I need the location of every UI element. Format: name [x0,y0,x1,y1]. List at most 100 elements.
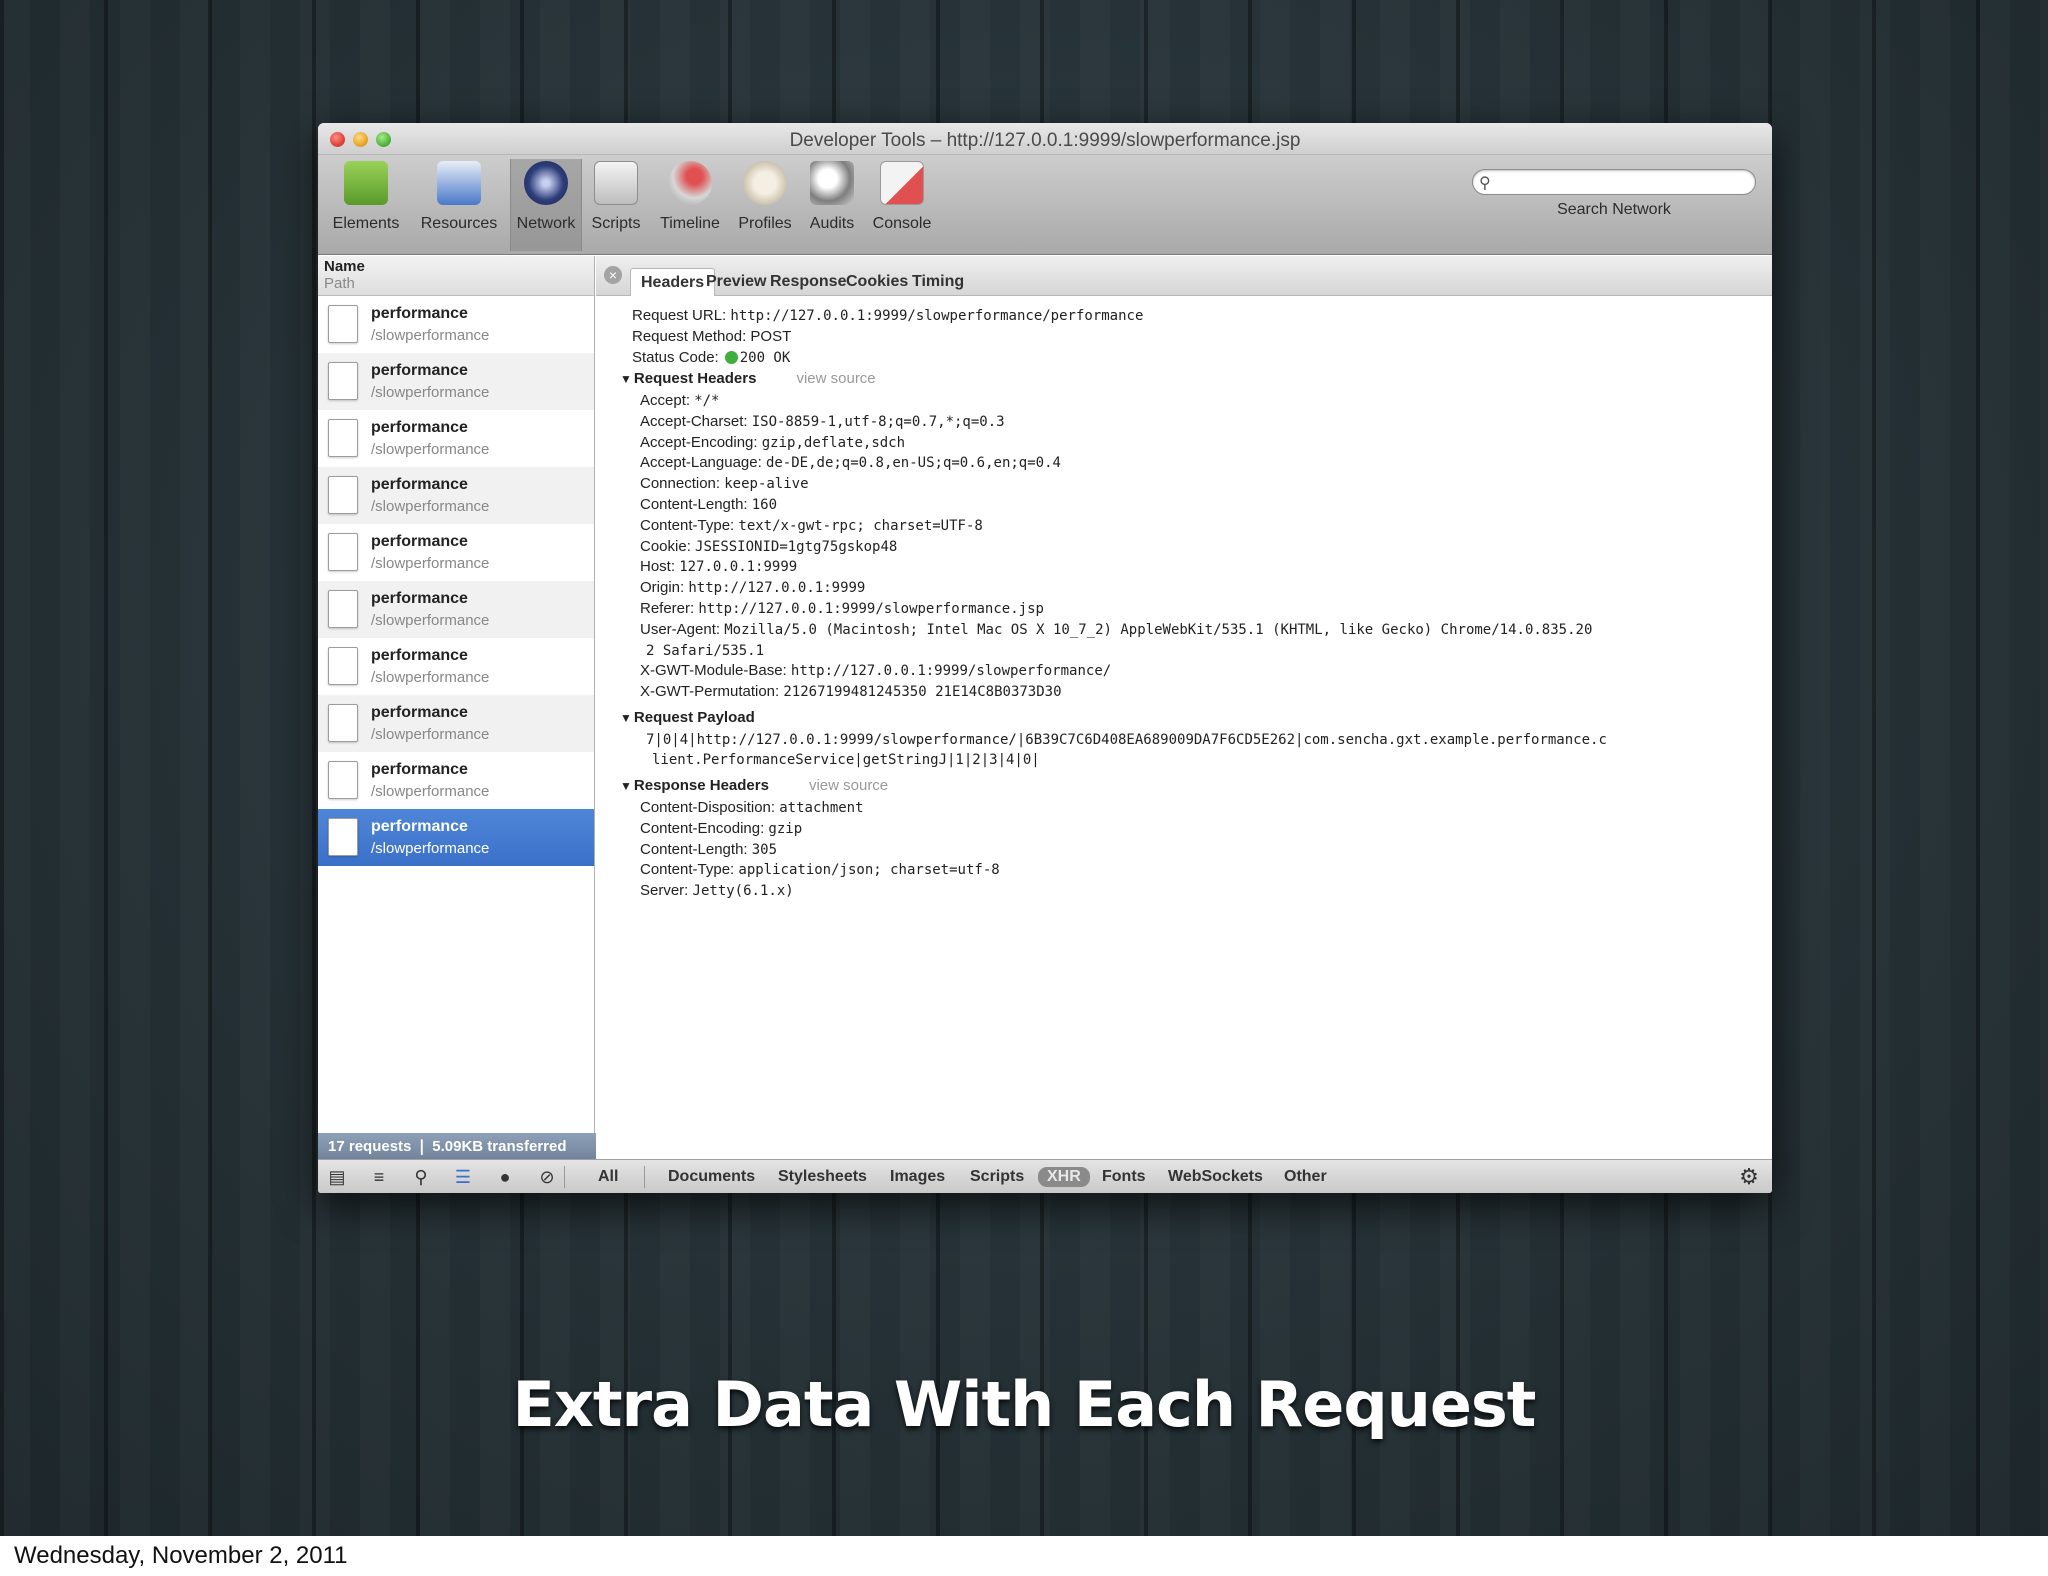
header-value: Jetty(6.1.x) [692,883,794,900]
request-name: performance [371,419,468,436]
request-row[interactable]: performance/slowperformance [318,809,594,866]
header-line: Referer: http://127.0.0.1:9999/slowperfo… [640,600,1044,617]
column-header-path[interactable]: Path [324,275,588,292]
request-summary: 17 requests ❘ 5.09KB transferred [318,1133,596,1159]
response-headers-view-source-link[interactable]: view source [809,777,888,794]
settings-gear-icon[interactable]: ⚙ [1738,1166,1760,1188]
window-title: Developer Tools – http://127.0.0.1:9999/… [789,130,1301,151]
header-key: Content-Type: [640,516,735,534]
request-list-header[interactable]: Name Path [318,256,594,296]
filter-other[interactable]: Other [1284,1168,1327,1186]
request-name: performance [371,761,468,778]
header-key: Origin: [640,579,685,597]
tool-console[interactable]: Console [866,159,938,251]
clear-icon[interactable]: ⊘ [536,1166,558,1188]
status-ok-icon [724,351,738,364]
header-value: attachment [779,800,864,816]
header-value: JSESSIONID=1gtg75gskop48 [695,538,898,555]
request-name: performance [371,818,468,835]
large-rows-icon[interactable]: ☰ [452,1166,474,1188]
request-path: /slowperformance [371,327,490,344]
document-icon [328,590,358,628]
response-headers-section[interactable]: ▼ Response Headers view source [620,777,888,794]
request-row[interactable]: performance/slowperformance [318,524,594,581]
devtools-window: Developer Tools – http://127.0.0.1:9999/… [318,123,1772,1193]
request-path: /slowperformance [371,726,490,743]
filter-stylesheets[interactable]: Stylesheets [778,1168,867,1186]
close-detail-icon[interactable]: × [604,266,622,284]
filter-websockets[interactable]: WebSockets [1168,1168,1263,1186]
console-toggle-icon[interactable]: ≡ [368,1166,390,1188]
tool-elements[interactable]: Elements [326,159,406,251]
header-value: http://127.0.0.1:9999/slowperformance/ [790,663,1112,680]
tool-resources[interactable]: Resources [411,159,507,251]
request-name: performance [371,362,468,379]
header-line: Host: 127.0.0.1:9999 [640,558,797,575]
filter-all[interactable]: All [598,1168,618,1186]
record-icon[interactable]: ● [494,1166,516,1188]
header-key: Cookie: [640,537,691,555]
header-value: application/json; charset=utf-8 [738,862,1000,879]
request-path: /slowperformance [371,555,490,572]
filter-images[interactable]: Images [890,1168,945,1186]
header-value: 2 Safari/535.1 [646,642,765,659]
header-key: Accept-Encoding: [640,433,758,451]
disclosure-triangle-icon: ▼ [620,372,632,386]
resources-icon [437,161,481,205]
console-icon [880,161,924,205]
tool-profiles[interactable]: Profiles [732,159,798,251]
request-path: /slowperformance [371,441,490,458]
header-key: Accept: [640,392,691,409]
tool-network[interactable]: Network [510,159,582,251]
request-payload-section[interactable]: ▼ Request Payload [620,709,755,726]
header-line: Origin: http://127.0.0.1:9999 [640,579,865,596]
devtools-toolbar: Elements Resources Network Scripts Timel… [318,155,1772,255]
filter-fonts[interactable]: Fonts [1102,1168,1146,1186]
request-row[interactable]: performance/slowperformance [318,353,594,410]
search-icon[interactable]: ⚲ [410,1166,432,1188]
header-key: Content-Length: [640,496,748,513]
filter-xhr[interactable]: XHR [1038,1167,1090,1187]
request-headers-view-source-link[interactable]: view source [796,370,875,387]
request-row[interactable]: performance/slowperformance [318,410,594,467]
tab-timing[interactable]: Timing [902,268,974,296]
request-row[interactable]: performance/slowperformance [318,296,594,353]
header-line: 2 Safari/535.1 [646,642,764,659]
search-network-input[interactable]: ⚲ [1472,169,1756,195]
request-name: performance [371,647,468,664]
header-key: Host: [640,558,676,576]
header-line: Content-Length: 160 [640,496,777,513]
document-icon [328,761,358,799]
filter-scripts[interactable]: Scripts [970,1168,1024,1186]
request-method-value: POST [750,328,792,345]
request-path: /slowperformance [371,612,490,629]
filter-documents[interactable]: Documents [668,1168,755,1186]
dock-icon[interactable]: ▤ [326,1166,348,1188]
request-row[interactable]: performance/slowperformance [318,581,594,638]
tool-audits[interactable]: Audits [802,159,862,251]
column-header-name[interactable]: Name [324,258,588,275]
header-value: Mozilla/5.0 (Macintosh; Intel Mac OS X 1… [724,621,1593,638]
request-row[interactable]: performance/slowperformance [318,752,594,809]
document-icon [328,533,358,571]
tool-timeline[interactable]: Timeline [652,159,728,251]
header-line: Content-Encoding: gzip [640,820,802,837]
header-value: text/x-gwt-rpc; charset=UTF-8 [738,517,983,534]
timeline-icon [668,161,712,205]
request-method-line: Request Method: POST [632,328,792,345]
header-line: Accept-Language: de-DE,de;q=0.8,en-US;q=… [640,454,1061,471]
header-key: Accept-Language: [640,454,762,472]
request-row[interactable]: performance/slowperformance [318,695,594,752]
request-row[interactable]: performance/slowperformance [318,467,594,524]
header-key: Content-Type: [640,861,735,879]
request-url-line: Request URL: http://127.0.0.1:9999/slowp… [632,307,1144,324]
request-headers-section[interactable]: ▼ Request Headers view source [620,370,876,387]
request-row[interactable]: performance/slowperformance [318,638,594,695]
request-path: /slowperformance [371,840,490,857]
request-path: /slowperformance [371,498,490,515]
request-path: /slowperformance [371,384,490,401]
tool-scripts[interactable]: Scripts [586,159,646,251]
header-value: keep-alive [724,476,809,493]
status-bar: ▤ ≡ ⚲ ☰ ● ⊘ All Documents Stylesheets Im… [318,1159,1772,1193]
status-code-line: Status Code: 200 OK [632,349,791,366]
